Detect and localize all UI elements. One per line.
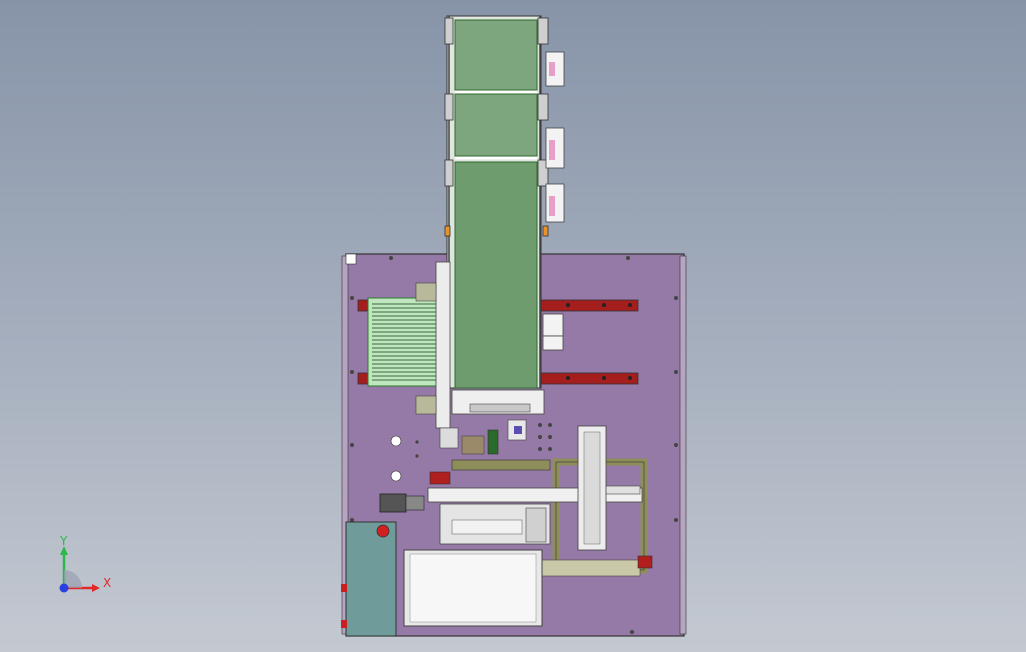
- sensor-block[interactable]: [542, 313, 564, 351]
- enclosure-box[interactable]: [403, 549, 543, 627]
- side-cylinder-2[interactable]: [545, 127, 565, 169]
- emergency-stop-button[interactable]: [376, 524, 390, 538]
- side-cylinder-3[interactable]: [545, 183, 565, 223]
- horizontal-beam[interactable]: [427, 485, 643, 503]
- limit-switch[interactable]: [637, 555, 653, 569]
- vertical-conveyor[interactable]: [446, 15, 542, 389]
- x-axis-arrow-head: [92, 584, 100, 592]
- side-cylinder-1[interactable]: [545, 51, 565, 87]
- y-axis-label: Y: [59, 534, 68, 548]
- through-hole: [390, 435, 402, 447]
- x-axis-label: X: [103, 576, 111, 590]
- motor-unit[interactable]: [379, 493, 425, 513]
- cad-viewport[interactable]: X Y: [0, 0, 1026, 652]
- cad-model-drawing[interactable]: X Y: [0, 0, 1026, 652]
- vertical-actuator[interactable]: [577, 425, 607, 551]
- through-hole: [390, 470, 402, 482]
- coordinate-triad: X Y: [59, 534, 111, 593]
- z-axis-dot: [59, 583, 69, 593]
- electric-box[interactable]: [345, 521, 397, 637]
